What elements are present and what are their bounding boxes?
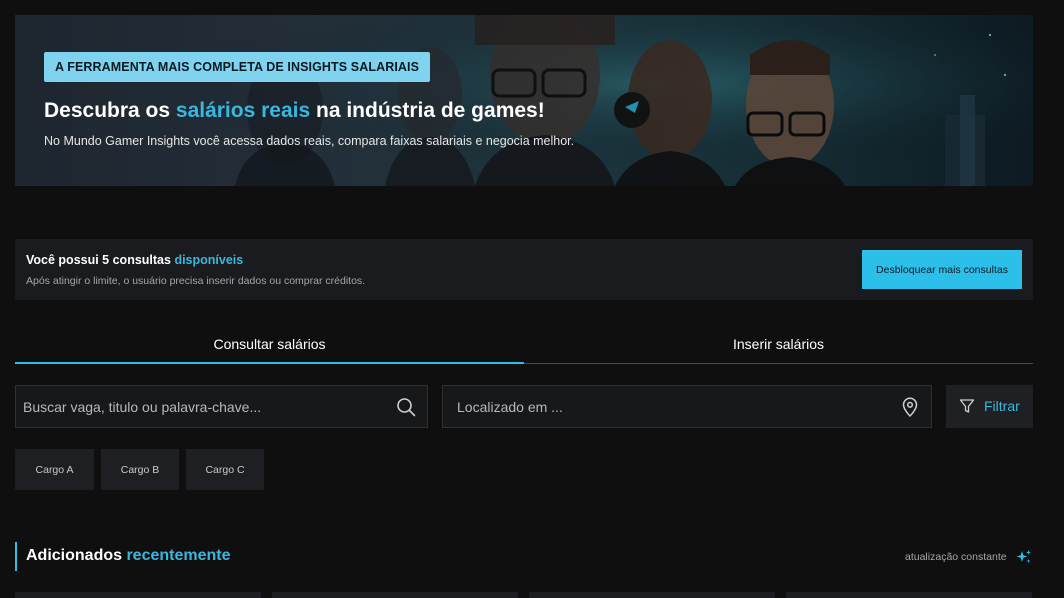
recent-title-accent: recentemente	[126, 547, 231, 564]
credits-panel: Você possui 5 consultas disponíveis Após…	[15, 239, 1033, 300]
recent-card[interactable]	[786, 592, 1032, 598]
tab-inserir-salarios[interactable]: Inserir salários	[524, 325, 1033, 364]
search-placeholder: Buscar vaga, titulo ou palavra-chave...	[23, 398, 262, 415]
recent-card[interactable]	[272, 592, 518, 598]
hero-title-pre: Descubra os	[44, 99, 176, 122]
credits-title-accent: disponíveis	[174, 253, 244, 267]
location-input[interactable]: Localizado em ...	[442, 385, 932, 428]
credits-title: Você possui 5 consultas disponíveis	[26, 253, 243, 267]
hero-subtitle: No Mundo Gamer Insights você acessa dado…	[44, 134, 575, 148]
search-icon[interactable]	[395, 396, 417, 418]
hero-title: Descubra os salários reais na indústria …	[44, 99, 545, 123]
hero-banner: A FERRAMENTA MAIS COMPLETA DE INSIGHTS S…	[15, 15, 1033, 186]
section-accent-bar	[15, 542, 17, 571]
filter-label: Filtrar	[984, 398, 1020, 414]
chip-cargo-b[interactable]: Cargo B	[101, 449, 179, 490]
hero-badge: A FERRAMENTA MAIS COMPLETA DE INSIGHTS S…	[44, 52, 431, 82]
unlock-consultations-button[interactable]: Desbloquear mais consultas	[862, 250, 1022, 289]
filter-icon	[959, 399, 975, 413]
filter-button[interactable]: Filtrar	[946, 385, 1033, 428]
tab-consultar-salarios[interactable]: Consultar salários	[15, 325, 524, 364]
location-pin-icon[interactable]	[899, 396, 921, 418]
update-label: atualização constante	[905, 551, 1007, 563]
search-input[interactable]: Buscar vaga, titulo ou palavra-chave...	[15, 385, 428, 428]
recent-card[interactable]	[529, 592, 775, 598]
recent-title-pre: Adicionados	[26, 547, 127, 564]
credits-title-pre: Você possui 5 consultas	[26, 253, 175, 267]
credits-subtitle: Após atingir o limite, o usuário precisa…	[26, 275, 366, 287]
sparkle-icon	[1016, 550, 1031, 563]
hero-title-accent: salários reais	[175, 99, 311, 122]
recent-section-title: Adicionados recentemente	[26, 547, 231, 565]
hero-title-post: na indústria de games!	[310, 99, 545, 122]
location-placeholder: Localizado em ...	[457, 398, 563, 415]
recent-card[interactable]	[15, 592, 261, 598]
tabs: Consultar salários Inserir salários	[15, 325, 1033, 364]
chip-cargo-a[interactable]: Cargo A	[15, 449, 94, 490]
chip-cargo-c[interactable]: Cargo C	[186, 449, 264, 490]
